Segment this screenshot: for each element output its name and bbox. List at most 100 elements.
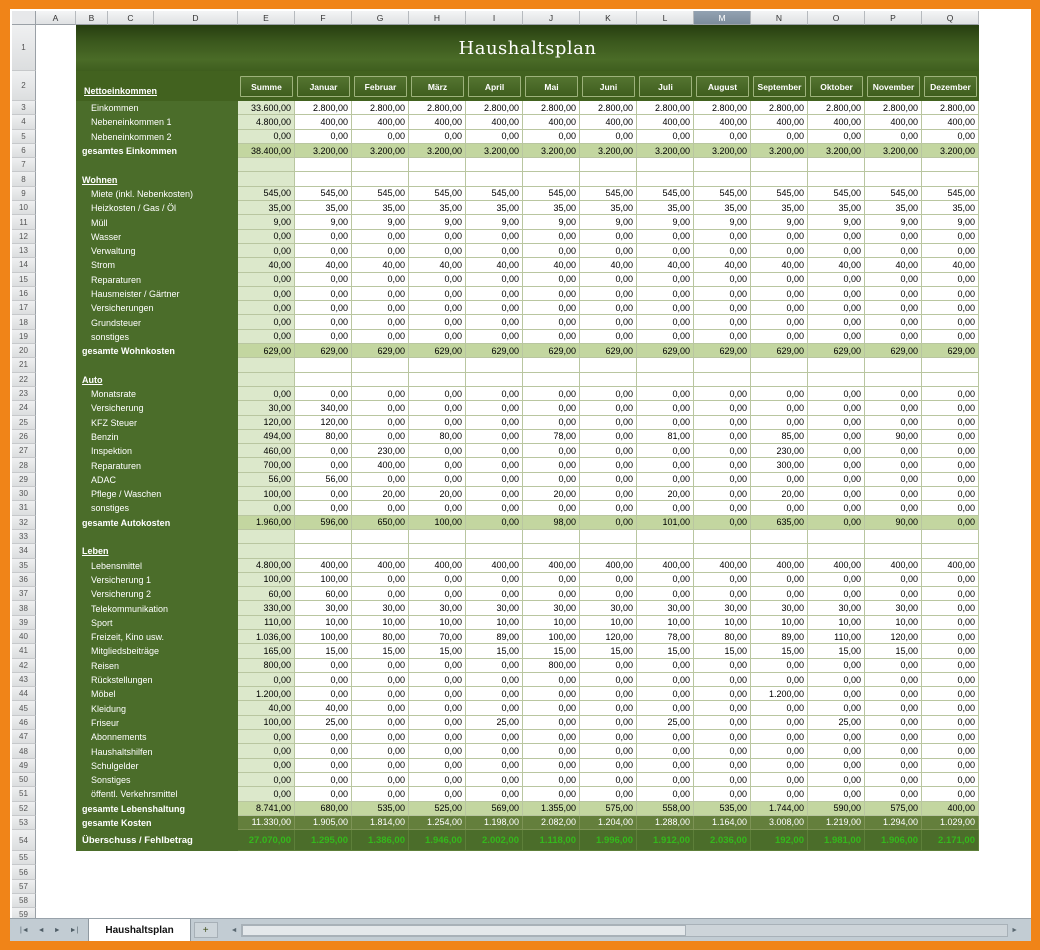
row-header-31[interactable]: 31 [12, 501, 36, 515]
cell[interactable]: 0,00 [865, 315, 922, 329]
cell[interactable] [36, 516, 76, 530]
cell[interactable]: 15,00 [751, 644, 808, 658]
month-header-juni[interactable]: Juni [580, 71, 637, 101]
row-header-11[interactable]: 11 [12, 215, 36, 229]
row-header-52[interactable]: 52 [12, 802, 36, 816]
cell[interactable]: 0,00 [694, 773, 751, 787]
cell[interactable]: 0,00 [295, 759, 352, 773]
cell[interactable]: 0,00 [352, 416, 409, 430]
cell[interactable]: 110,00 [238, 616, 295, 630]
cell[interactable]: 1.219,00 [808, 816, 865, 830]
month-header-august[interactable]: August [694, 71, 751, 101]
cell[interactable]: 9,00 [808, 215, 865, 229]
cell[interactable]: 700,00 [238, 458, 295, 472]
cell[interactable] [409, 358, 466, 372]
cell[interactable]: 629,00 [466, 344, 523, 358]
cell[interactable]: 0,00 [580, 387, 637, 401]
month-header-februar[interactable]: Februar [352, 71, 409, 101]
cell[interactable]: 0,00 [922, 287, 979, 301]
cell[interactable]: 0,00 [808, 473, 865, 487]
cell[interactable]: 2.800,00 [694, 101, 751, 115]
insert-sheet-button[interactable]: + [194, 922, 218, 938]
cell[interactable]: 2.800,00 [808, 101, 865, 115]
row-header-5[interactable]: 5 [12, 130, 36, 144]
cell[interactable]: 0,00 [808, 244, 865, 258]
row-header-9[interactable]: 9 [12, 187, 36, 201]
cell[interactable]: 0,00 [751, 744, 808, 758]
cell[interactable]: 81,00 [637, 430, 694, 444]
cell[interactable] [36, 773, 76, 787]
cell[interactable]: 0,00 [922, 701, 979, 715]
cell[interactable]: 35,00 [580, 201, 637, 215]
cell[interactable]: 0,00 [466, 444, 523, 458]
cell[interactable]: 545,00 [694, 187, 751, 201]
cell[interactable]: 0,00 [637, 244, 694, 258]
cell[interactable]: 3.200,00 [409, 144, 466, 158]
cell[interactable]: 0,00 [751, 387, 808, 401]
cell[interactable]: 0,00 [238, 130, 295, 144]
cell[interactable]: 0,00 [352, 473, 409, 487]
column-header-P[interactable]: P [865, 11, 922, 25]
cell[interactable]: 230,00 [352, 444, 409, 458]
cell[interactable] [36, 573, 76, 587]
cell[interactable]: 0,00 [637, 673, 694, 687]
cell[interactable]: 15,00 [580, 644, 637, 658]
cell[interactable] [36, 315, 76, 329]
cell[interactable] [36, 894, 76, 908]
cell[interactable]: 0,00 [808, 487, 865, 501]
cell[interactable]: 0,00 [580, 273, 637, 287]
cell[interactable]: 0,00 [694, 701, 751, 715]
cell[interactable]: 545,00 [466, 187, 523, 201]
cell[interactable]: 0,00 [922, 587, 979, 601]
cell[interactable]: 400,00 [694, 115, 751, 129]
cell[interactable]: 120,00 [865, 630, 922, 644]
cell[interactable]: 0,00 [865, 230, 922, 244]
cell[interactable]: 9,00 [466, 215, 523, 229]
cell[interactable]: 0,00 [466, 730, 523, 744]
cell[interactable]: 120,00 [295, 416, 352, 430]
cell[interactable]: 0,00 [865, 716, 922, 730]
column-header-D[interactable]: D [154, 11, 238, 25]
cell[interactable]: 0,00 [295, 673, 352, 687]
cell[interactable]: 0,00 [466, 301, 523, 315]
cell[interactable] [238, 158, 295, 172]
column-header-I[interactable]: I [466, 11, 523, 25]
cell[interactable]: 0,00 [637, 315, 694, 329]
cell[interactable]: 0,00 [352, 401, 409, 415]
cell[interactable]: 0,00 [865, 687, 922, 701]
cell[interactable]: 0,00 [751, 244, 808, 258]
cell[interactable]: 0,00 [808, 673, 865, 687]
cell[interactable]: 1.912,00 [637, 830, 694, 851]
cell[interactable] [36, 880, 76, 894]
month-header-november[interactable]: November [865, 71, 922, 101]
cell[interactable]: 0,00 [466, 501, 523, 515]
cell[interactable]: 0,00 [295, 387, 352, 401]
cell[interactable]: 4.800,00 [238, 115, 295, 129]
cell[interactable]: 1.355,00 [523, 802, 580, 816]
cell[interactable]: 100,00 [238, 573, 295, 587]
cell[interactable]: 40,00 [295, 701, 352, 715]
cell[interactable]: 0,00 [922, 744, 979, 758]
cell[interactable]: 0,00 [580, 301, 637, 315]
cell[interactable]: 0,00 [409, 744, 466, 758]
cell[interactable] [36, 344, 76, 358]
cell[interactable]: 0,00 [751, 587, 808, 601]
cell[interactable]: 85,00 [751, 430, 808, 444]
cell[interactable]: 0,00 [751, 573, 808, 587]
cell[interactable]: 0,00 [580, 587, 637, 601]
cell[interactable]: 0,00 [808, 315, 865, 329]
row-header-28[interactable]: 28 [12, 458, 36, 472]
cell[interactable]: 40,00 [295, 258, 352, 272]
cell[interactable]: 0,00 [637, 773, 694, 787]
cell[interactable]: 0,00 [295, 287, 352, 301]
cell[interactable]: 0,00 [352, 230, 409, 244]
cell[interactable]: 9,00 [637, 215, 694, 229]
cell[interactable]: 40,00 [580, 258, 637, 272]
cell[interactable]: 9,00 [751, 215, 808, 229]
cell[interactable]: 0,00 [751, 315, 808, 329]
cell[interactable]: 545,00 [238, 187, 295, 201]
cell[interactable]: 0,00 [694, 730, 751, 744]
cell[interactable] [637, 158, 694, 172]
cell[interactable]: 0,00 [466, 458, 523, 472]
cell[interactable]: 25,00 [808, 716, 865, 730]
